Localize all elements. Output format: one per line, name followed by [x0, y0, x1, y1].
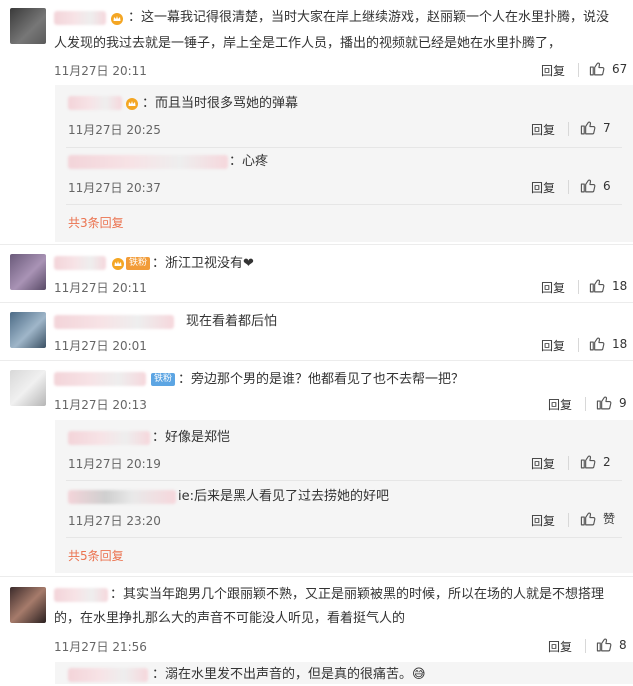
divider	[585, 397, 586, 411]
username[interactable]	[54, 372, 146, 386]
thumb-up-icon	[589, 337, 605, 351]
divider	[0, 302, 633, 303]
divider	[0, 576, 633, 577]
reply-time: 11月27日 20:25	[68, 123, 161, 137]
comment-time: 11月27日 20:11	[54, 64, 147, 78]
like-button[interactable]: 9	[596, 394, 627, 411]
like-count: 7	[603, 120, 611, 135]
thumb-up-icon	[596, 638, 612, 652]
reply-time: 11月27日 20:19	[68, 457, 161, 471]
like-button[interactable]: 18	[589, 277, 627, 294]
divider	[578, 280, 579, 294]
fan-badge: 铁粉	[151, 373, 176, 386]
reply-text: ：好像是郑恺	[152, 430, 231, 445]
more-replies-link[interactable]: 共3条回复	[68, 214, 124, 231]
crown-icon	[111, 13, 123, 25]
like-button[interactable]: 8	[596, 636, 627, 653]
username[interactable]	[54, 588, 108, 602]
comment-time: 11月27日 20:11	[54, 281, 147, 295]
username[interactable]	[68, 668, 148, 682]
reply-button[interactable]: 回复	[541, 279, 565, 296]
divider	[66, 147, 622, 148]
divider	[0, 244, 633, 245]
comment-text: ：浙江卫视没有❤	[152, 256, 254, 271]
thumb-up-icon	[580, 121, 596, 135]
thumb-up-icon	[589, 279, 605, 293]
thumb-up-icon	[580, 179, 596, 193]
like-count: 6	[603, 178, 611, 193]
avatar[interactable]	[10, 8, 46, 44]
divider	[66, 480, 622, 481]
comment-time: 11月27日 20:13	[54, 398, 147, 412]
username[interactable]	[68, 431, 150, 445]
reply-text: ：心疼	[229, 154, 269, 169]
like-count: 18	[612, 336, 628, 351]
like-count: 赞	[603, 512, 616, 526]
comment-text: ：这一幕我记得很清楚，当时大家在岸上继续游戏，赵丽颖一个人在水里扑腾，说没	[128, 10, 610, 25]
avatar[interactable]	[10, 587, 46, 623]
reply-text: ie:后来是黑人看见了过去捞她的好吧	[178, 489, 389, 504]
like-button[interactable]: 67	[589, 60, 627, 77]
reply-button[interactable]: 回复	[531, 179, 555, 196]
divider	[568, 180, 569, 194]
reply-button[interactable]: 回复	[531, 455, 555, 472]
thumb-up-icon	[589, 62, 605, 76]
username[interactable]	[68, 155, 228, 169]
like-count: 67	[612, 61, 628, 76]
like-count: 2	[603, 454, 611, 469]
reply-button[interactable]: 回复	[548, 396, 572, 413]
comment-text: ：其实当年跑男几个跟丽颖不熟，又正是丽颖被黑的时候，所以在场的人就是不想搭理	[110, 587, 605, 602]
reply-button[interactable]: 回复	[541, 62, 565, 79]
divider	[568, 456, 569, 470]
comment-time: 11月27日 21:56	[54, 640, 147, 654]
like-button[interactable]: 6	[580, 177, 611, 194]
comment-text: ：旁边那个男的是谁？他都看见了也不去帮一把？	[178, 372, 465, 387]
thumb-up-icon	[580, 455, 596, 469]
avatar[interactable]	[10, 370, 46, 406]
like-button[interactable]: 2	[580, 453, 611, 470]
reply-button[interactable]: 回复	[531, 512, 555, 529]
divider	[578, 338, 579, 352]
like-button[interactable]: 18	[589, 335, 627, 352]
more-replies-link[interactable]: 共5条回复	[68, 547, 124, 564]
reply-button[interactable]: 回复	[531, 121, 555, 138]
reply-button[interactable]: 回复	[541, 337, 565, 354]
like-count: 18	[612, 278, 628, 293]
username[interactable]	[54, 256, 106, 270]
reply-time: 11月27日 23:20	[68, 514, 161, 528]
divider	[568, 513, 569, 527]
comment-text: 现在看着都后怕	[186, 314, 278, 329]
crown-icon	[112, 258, 124, 270]
thumb-up-icon	[596, 396, 612, 410]
comment-time: 11月27日 20:01	[54, 339, 147, 353]
like-count: 8	[619, 637, 627, 652]
divider	[568, 122, 569, 136]
divider	[0, 360, 633, 361]
thumb-up-icon	[580, 512, 596, 526]
avatar[interactable]	[10, 312, 46, 348]
avatar[interactable]	[10, 254, 46, 290]
reply-button[interactable]: 回复	[548, 638, 572, 655]
crown-icon	[126, 98, 138, 110]
reply-time: 11月27日 20:37	[68, 181, 161, 195]
like-button[interactable]: 赞	[580, 510, 615, 527]
divider	[578, 63, 579, 77]
divider	[585, 639, 586, 653]
username[interactable]	[68, 96, 122, 110]
comment-text: 人发现的我过去就是一锤子，岸上全是工作人员，播出的视频就已经是她在水里扑腾了，	[54, 36, 562, 51]
reply-text: ：溺在水里发不出声音的，但是真的很痛苦。😅	[152, 667, 426, 682]
like-button[interactable]: 7	[580, 119, 611, 136]
divider	[66, 204, 622, 205]
username[interactable]	[54, 315, 174, 329]
fan-badge: 铁粉	[126, 257, 151, 270]
like-count: 9	[619, 395, 627, 410]
divider	[66, 537, 622, 538]
comment-text: 的，在水里挣扎那么大的声音不可能没人听见，看着挺气人的	[54, 611, 406, 626]
username[interactable]	[54, 11, 106, 25]
reply-text: ：而且当时很多骂她的弹幕	[142, 96, 299, 111]
username[interactable]	[68, 490, 176, 504]
